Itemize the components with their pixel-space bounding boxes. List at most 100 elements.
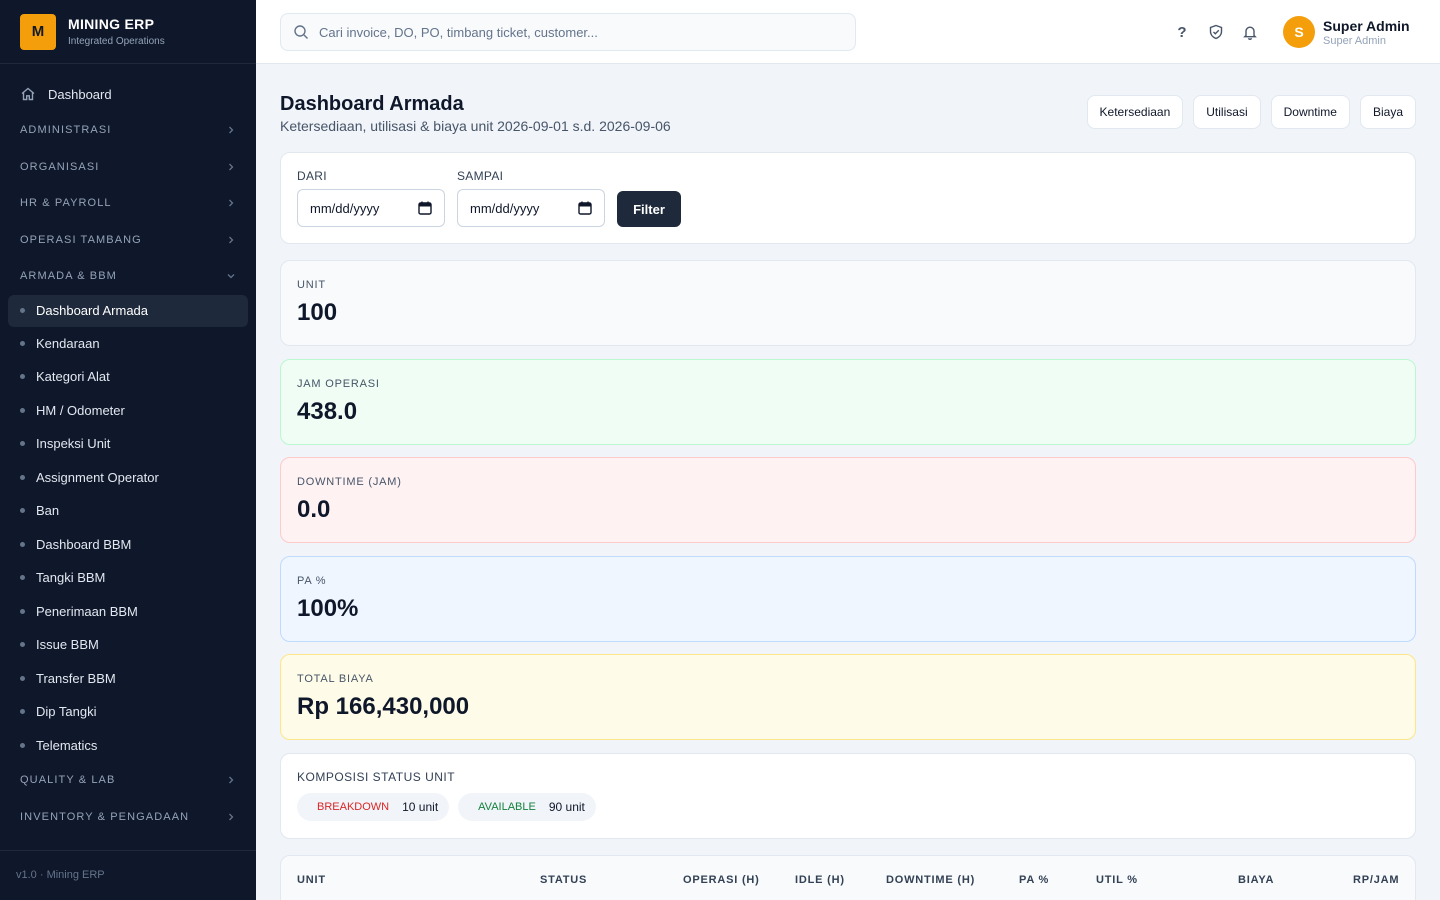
stat-card-pa: PA % 100%	[280, 555, 1416, 642]
column-header-unit[interactable]: UNIT	[297, 874, 326, 886]
bullet-icon	[20, 340, 25, 346]
sidebar-item-label: Dip Tangki	[36, 704, 97, 720]
ketersediaan-button[interactable]: Ketersediaan	[1086, 95, 1184, 129]
date-from-input[interactable]: mm/dd/yyyy	[297, 189, 445, 227]
stat-label: TOTAL BIAYA	[297, 673, 374, 685]
status-composition-card: KOMPOSISI STATUS UNIT BREAKDOWN 10 unit …	[280, 752, 1416, 839]
sidebar-item-label: Inspeksi Unit	[36, 436, 111, 452]
search-input[interactable]	[319, 24, 839, 40]
chip-label: BREAKDOWN	[317, 800, 390, 813]
sidebar-item-kendaraan[interactable]: Kendaraan	[8, 327, 248, 361]
shield-icon[interactable]	[1204, 20, 1228, 44]
sidebar-item-telematics[interactable]: Telematics	[8, 729, 248, 763]
sidebar-footer: v1.0 · Mining ERP	[0, 850, 256, 900]
column-header-operasi[interactable]: OPERASI (H)	[683, 874, 760, 886]
brand[interactable]: M MINING ERP Integrated Operations	[0, 0, 256, 64]
section-label: ARMADA & BBM	[20, 270, 117, 283]
date-to-value: mm/dd/yyyy	[470, 200, 540, 216]
bell-icon[interactable]	[1238, 20, 1262, 44]
sidebar-item-dashboard[interactable]: Dashboard	[0, 76, 256, 112]
chevron-right-icon	[229, 199, 234, 207]
column-header-util[interactable]: UTIL %	[1096, 874, 1138, 886]
bullet-icon	[20, 374, 25, 380]
column-header-pa[interactable]: PA %	[1019, 874, 1049, 886]
sidebar-item-dip-tangki[interactable]: Dip Tangki	[8, 695, 248, 729]
column-header-idle[interactable]: IDLE (H)	[795, 874, 845, 886]
sidebar-item-kategori-alat[interactable]: Kategori Alat	[8, 360, 248, 394]
sidebar-item-dashboard-bbm[interactable]: Dashboard BBM	[8, 528, 248, 562]
stat-label: JAM OPERASI	[297, 377, 380, 390]
sidebar-item-inspeksi-unit[interactable]: Inspeksi Unit	[8, 427, 248, 461]
section-label: QUALITY & LAB	[20, 774, 116, 787]
column-header-downtime[interactable]: DOWNTIME (H)	[886, 874, 975, 886]
sidebar-item-label: Kendaraan	[36, 335, 100, 351]
column-header-status[interactable]: STATUS	[540, 874, 587, 886]
date-from-value: mm/dd/yyyy	[310, 200, 380, 216]
sidebar-nav: Dashboard ADMINISTRASI ORGANISASI HR & P…	[0, 64, 256, 835]
chip-count: 10 unit	[402, 799, 439, 814]
home-icon	[21, 87, 35, 101]
stat-card-total-biaya: TOTAL BIAYA Rp 166,430,000	[280, 654, 1416, 740]
sidebar-section-hr-payroll[interactable]: HR & PAYROLL	[0, 185, 256, 222]
chip-label: AVAILABLE	[478, 800, 536, 813]
stat-value: Rp 166,430,000	[297, 693, 470, 720]
page-header: Dashboard Armada Ketersediaan, utilisasi…	[280, 64, 1416, 152]
chevron-right-icon	[229, 776, 234, 784]
bullet-icon	[20, 742, 25, 748]
sidebar-item-label: Telematics	[36, 737, 98, 753]
utilisasi-button[interactable]: Utilisasi	[1193, 95, 1261, 129]
chevron-right-icon	[229, 236, 234, 244]
bullet-icon	[20, 675, 25, 681]
stat-label: UNIT	[297, 279, 326, 291]
biaya-button[interactable]: Biaya	[1359, 95, 1416, 129]
sidebar-item-label: Ban	[36, 503, 60, 519]
sidebar-section-quality-lab[interactable]: QUALITY & LAB	[0, 762, 256, 799]
sidebar-item-ban[interactable]: Ban	[8, 494, 248, 528]
filter-button[interactable]: Filter	[617, 191, 681, 227]
page-subtitle: Ketersediaan, utilisasi & biaya unit 202…	[280, 118, 671, 134]
user-menu[interactable]: S Super Admin Super Admin	[1283, 16, 1410, 48]
global-search[interactable]	[280, 13, 856, 51]
chevron-down-icon	[227, 274, 235, 279]
sidebar-item-assignment-operator[interactable]: Assignment Operator	[8, 461, 248, 495]
sidebar-section-armada-bbm[interactable]: ARMADA & BBM	[0, 258, 256, 295]
stat-card-downtime: DOWNTIME (JAM) 0.0	[280, 457, 1416, 543]
composition-title: KOMPOSISI STATUS UNIT	[297, 769, 456, 784]
status-chip-breakdown[interactable]: BREAKDOWN 10 unit	[297, 792, 450, 821]
report-buttons: Ketersediaan Utilisasi Downtime Biaya	[1077, 95, 1416, 129]
help-icon[interactable]: ?	[1170, 20, 1194, 44]
chevron-right-icon	[229, 813, 234, 821]
status-chip-available[interactable]: AVAILABLE 90 unit	[458, 792, 596, 821]
topbar: ? S Super Admin Super Admin	[256, 0, 1440, 64]
sidebar-item-label: Assignment Operator	[36, 469, 159, 485]
bullet-icon	[20, 508, 25, 514]
bullet-icon	[20, 642, 25, 648]
sidebar-item-label: Tangki BBM	[36, 570, 106, 586]
column-header-rp-jam[interactable]: RP/JAM	[1353, 874, 1399, 886]
downtime-button[interactable]: Downtime	[1270, 95, 1350, 129]
chevron-right-icon	[229, 126, 234, 134]
section-label: ORGANISASI	[20, 160, 100, 173]
sidebar-item-penerimaan-bbm[interactable]: Penerimaan BBM	[8, 595, 248, 629]
sidebar-section-operasi-tambang[interactable]: OPERASI TAMBANG	[0, 222, 256, 259]
bullet-icon	[20, 709, 25, 715]
sidebar-item-label: Kategori Alat	[36, 369, 110, 385]
sidebar-item-label: Dashboard BBM	[36, 536, 132, 552]
sidebar-section-inventory-pengadaan[interactable]: INVENTORY & PENGADAAN	[0, 799, 256, 836]
sidebar-item-dashboard-armada[interactable]: Dashboard Armada	[8, 294, 248, 327]
sidebar-section-administrasi[interactable]: ADMINISTRASI	[0, 112, 256, 149]
date-to-label: SAMPAI	[457, 169, 504, 183]
sidebar-item-hm-odometer[interactable]: HM / Odometer	[8, 394, 248, 428]
sidebar-item-issue-bbm[interactable]: Issue BBM	[8, 628, 248, 662]
stat-label: DOWNTIME (JAM)	[297, 476, 402, 488]
bullet-icon	[20, 608, 25, 614]
sidebar-item-label: Penerimaan BBM	[36, 603, 138, 619]
sidebar-item-label: Transfer BBM	[36, 670, 116, 686]
sidebar-item-tangki-bbm[interactable]: Tangki BBM	[8, 561, 248, 595]
date-to-input[interactable]: mm/dd/yyyy	[457, 189, 605, 227]
stat-value: 438.0	[297, 397, 358, 425]
sidebar-item-transfer-bbm[interactable]: Transfer BBM	[8, 662, 248, 696]
sidebar-section-organisasi[interactable]: ORGANISASI	[0, 149, 256, 186]
main-content: Dashboard Armada Ketersediaan, utilisasi…	[280, 64, 1416, 900]
column-header-biaya[interactable]: BIAYA	[1238, 874, 1274, 886]
